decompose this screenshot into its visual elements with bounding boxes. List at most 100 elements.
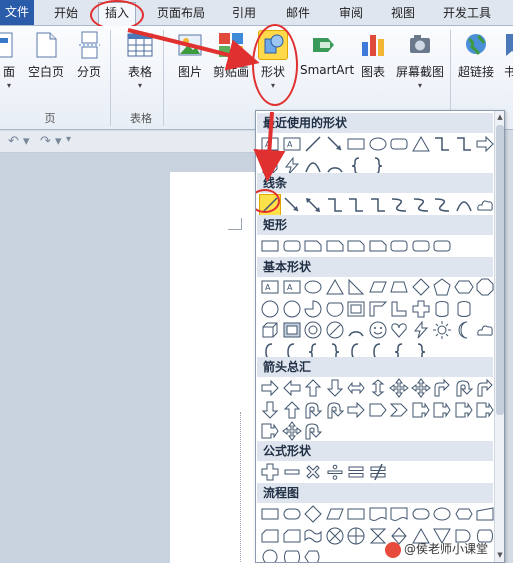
shape-line-icon[interactable] [303, 134, 323, 154]
tab-view[interactable]: 视图 [385, 3, 421, 23]
shape-uturn-icon[interactable] [303, 421, 323, 441]
shape-doc-icon[interactable] [368, 504, 388, 524]
shape-pent-icon[interactable] [432, 277, 452, 297]
shape-rect-icon[interactable] [260, 236, 280, 256]
shape-display-icon[interactable] [303, 547, 323, 562]
shape-arc-icon[interactable] [346, 320, 366, 340]
shape-rrect-icon[interactable] [389, 236, 409, 256]
shape-orj-icon[interactable] [346, 526, 366, 546]
shape-arrow-icon[interactable] [325, 134, 345, 154]
shape-tape-icon[interactable] [303, 526, 323, 546]
screenshot-button[interactable]: 屏幕截图 ▾ [394, 30, 446, 90]
shape-sumj-icon[interactable] [325, 526, 345, 546]
shape-para-icon[interactable] [325, 504, 345, 524]
bookmark-button[interactable]: 书 [500, 30, 513, 80]
shape-noent-icon[interactable] [325, 320, 345, 340]
shape-txt-icon[interactable]: A [260, 277, 280, 297]
picture-button[interactable]: 图片 [172, 30, 208, 80]
shape-curve-icon[interactable] [454, 195, 474, 215]
shape-callR-icon[interactable] [260, 421, 280, 441]
shape-can-icon[interactable] [432, 299, 452, 319]
gallery-scrollbar[interactable]: ▲ ▼ [494, 111, 504, 562]
shape-pie-icon[interactable] [303, 299, 323, 319]
shape-oval-icon[interactable] [303, 277, 323, 297]
shape-arD-icon[interactable] [325, 378, 345, 398]
shape-ar4-icon[interactable] [410, 378, 431, 398]
shape-conn-icon[interactable] [260, 547, 280, 562]
shape-bolt-icon[interactable] [411, 320, 431, 340]
shape-minus-icon[interactable] [282, 462, 302, 482]
shape-txt-icon[interactable]: A [282, 134, 302, 154]
shape-bevel-icon[interactable] [282, 320, 302, 340]
shape-snip-icon[interactable] [325, 236, 345, 256]
shape-doc-icon[interactable] [389, 504, 409, 524]
shape-smile-icon[interactable] [368, 320, 388, 340]
shape-trap-icon[interactable] [389, 277, 409, 297]
shape-mult-icon[interactable] [303, 462, 323, 482]
shape-txt-icon[interactable]: A [282, 277, 302, 297]
shape-diam-icon[interactable] [303, 504, 323, 524]
tab-home[interactable]: 开始 [48, 3, 84, 23]
shape-elbow-icon[interactable] [368, 195, 388, 215]
shape-elbow-icon[interactable] [325, 195, 345, 215]
shape-callR-icon[interactable] [475, 400, 495, 420]
shape-frame-icon[interactable] [346, 299, 366, 319]
shape-snip-icon[interactable] [368, 236, 388, 256]
shape-elbow-icon[interactable] [432, 134, 452, 154]
shape-hex-icon[interactable] [453, 277, 474, 297]
shape-callR-icon[interactable] [432, 400, 452, 420]
shape-uturn-icon[interactable] [454, 378, 474, 398]
shape-oct-icon[interactable] [475, 277, 495, 297]
shape-callR-icon[interactable] [454, 400, 474, 420]
shape-bent-icon[interactable] [432, 378, 452, 398]
tab-review[interactable]: 审阅 [333, 3, 369, 23]
shape-rect-icon[interactable] [346, 504, 366, 524]
undo-icon[interactable]: ↶ ▾ [8, 134, 30, 149]
shape-rect-icon[interactable] [346, 134, 366, 154]
shape-diam-icon[interactable] [411, 277, 431, 297]
scrollbar-thumb[interactable] [496, 125, 504, 415]
shape-cloud-icon[interactable] [475, 195, 495, 215]
shape-ar4-icon[interactable] [389, 378, 409, 398]
shape-bent-icon[interactable] [475, 378, 495, 398]
blank-page-button[interactable]: 空白页 [26, 30, 66, 80]
shape-scurve-icon[interactable] [411, 195, 431, 215]
shape-para-icon[interactable] [368, 277, 388, 297]
shape-cloud-icon[interactable] [475, 320, 495, 340]
cover-page-button[interactable]: 面 ▾ [0, 30, 22, 90]
shape-rect-icon[interactable] [260, 504, 280, 524]
shape-oval-icon[interactable] [432, 504, 452, 524]
document-page[interactable] [170, 172, 260, 563]
shape-snip-icon[interactable] [346, 236, 366, 256]
shape-divide-icon[interactable] [325, 462, 345, 482]
shape-circ-icon[interactable] [260, 299, 280, 319]
shape-elbow-icon[interactable] [346, 195, 366, 215]
shape-prep-icon[interactable] [454, 504, 474, 524]
shape-term-icon[interactable] [282, 504, 302, 524]
shape-darrow-icon[interactable] [303, 195, 323, 215]
shape-arL-icon[interactable] [282, 378, 302, 398]
shape-arU-icon[interactable] [282, 400, 302, 420]
shape-snip-icon[interactable] [303, 236, 323, 256]
shape-elbow-icon[interactable] [454, 134, 474, 154]
shape-arR-icon[interactable] [475, 134, 495, 154]
clip-art-button[interactable]: 剪贴画 [212, 30, 250, 80]
shape-plus-icon[interactable] [411, 299, 431, 319]
smartart-button[interactable]: SmartArt [300, 30, 354, 77]
shape-arLR-icon[interactable] [346, 378, 366, 398]
shape-equal-icon[interactable] [346, 462, 366, 482]
tab-developer[interactable]: 开发工具 [434, 3, 500, 23]
tab-page-layout[interactable]: 页面布局 [150, 3, 212, 23]
table-button[interactable]: 表格 ▾ [122, 30, 158, 90]
tab-insert[interactable]: 插入 [98, 2, 136, 26]
shape-half-icon[interactable] [368, 299, 388, 319]
shape-can-icon[interactable] [454, 299, 474, 319]
shape-rrect-icon[interactable] [411, 236, 431, 256]
shape-scurve-icon[interactable] [432, 195, 452, 215]
tab-file[interactable]: 文件 [0, 0, 34, 25]
shape-arU-icon[interactable] [303, 378, 323, 398]
shape-penta-icon[interactable] [368, 400, 388, 420]
shape-heart-icon[interactable] [389, 320, 409, 340]
shape-tri-icon[interactable] [411, 134, 431, 154]
shape-uturn-icon[interactable] [325, 400, 345, 420]
